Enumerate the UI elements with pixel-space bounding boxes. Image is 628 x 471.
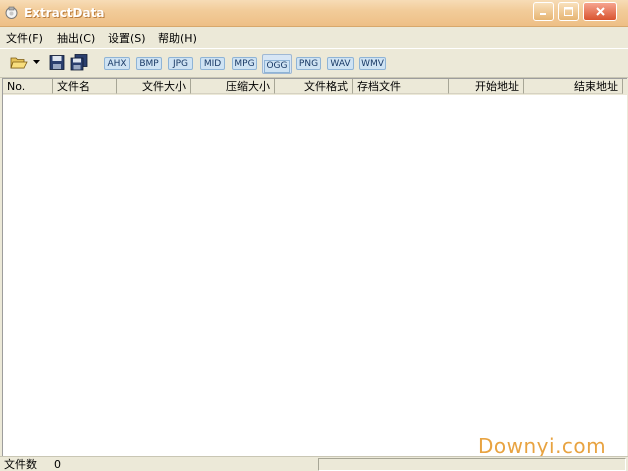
dropdown-arrow-icon[interactable] — [33, 60, 40, 65]
window-title: ExtractData — [24, 6, 105, 20]
toolbar: AHX BMP JPG MID MPG OGG PNG WAV WMV — [0, 48, 628, 78]
column-header-file-format[interactable]: 文件格式 — [275, 79, 353, 94]
format-mid-button[interactable]: MID — [200, 57, 225, 70]
list-header: No. 文件名 文件大小 压缩大小 文件格式 存档文件 开始地址 结束地址 — [3, 79, 627, 95]
floppy-save-all-icon[interactable] — [70, 54, 88, 71]
format-ogg-label: OGG — [264, 60, 290, 73]
format-jpg-button[interactable]: JPG — [168, 57, 193, 70]
column-header-file-size[interactable]: 文件大小 — [117, 79, 191, 94]
app-icon — [5, 6, 18, 19]
column-header-start-address[interactable]: 开始地址 — [449, 79, 524, 94]
status-pane-secondary — [318, 458, 626, 471]
status-bar: 文件数 0 — [0, 456, 628, 471]
menu-file[interactable]: 文件(F) — [6, 30, 43, 46]
close-button[interactable] — [583, 2, 617, 21]
watermark-logo: Downyi.com — [478, 434, 607, 458]
column-header-file-name[interactable]: 文件名 — [53, 79, 117, 94]
format-ahx-button[interactable]: AHX — [104, 57, 130, 70]
column-header-end-address[interactable]: 结束地址 — [524, 79, 623, 94]
format-ogg-button[interactable]: OGG — [262, 54, 292, 74]
format-wav-button[interactable]: WAV — [327, 57, 354, 70]
format-mpg-button[interactable]: MPG — [232, 57, 257, 70]
folder-open-icon[interactable] — [10, 54, 28, 71]
menu-extract[interactable]: 抽出(C) — [57, 30, 95, 46]
menu-help[interactable]: 帮助(H) — [158, 30, 197, 46]
file-count-label: 文件数 — [4, 458, 37, 471]
minimize-button[interactable] — [533, 2, 554, 21]
close-icon — [595, 7, 605, 16]
file-count-value: 0 — [54, 458, 61, 471]
format-bmp-button[interactable]: BMP — [136, 57, 162, 70]
column-header-compressed-size[interactable]: 压缩大小 — [191, 79, 275, 94]
menu-settings[interactable]: 设置(S) — [108, 30, 146, 46]
column-header-archive-file[interactable]: 存档文件 — [353, 79, 449, 94]
app-window: ExtractData 文件(F) 抽出(C) 设置(S) 帮助(H) AHX … — [0, 0, 628, 471]
minimize-icon — [540, 13, 546, 15]
menu-bar: 文件(F) 抽出(C) 设置(S) 帮助(H) — [0, 27, 628, 47]
floppy-save-icon[interactable] — [48, 54, 66, 71]
title-bar[interactable]: ExtractData — [0, 0, 628, 27]
column-header-no[interactable]: No. — [3, 79, 53, 94]
maximize-icon — [564, 7, 573, 16]
format-wmv-button[interactable]: WMV — [359, 57, 386, 70]
maximize-button[interactable] — [558, 2, 579, 21]
format-png-button[interactable]: PNG — [296, 57, 321, 70]
file-list[interactable]: No. 文件名 文件大小 压缩大小 文件格式 存档文件 开始地址 结束地址 — [2, 78, 627, 457]
